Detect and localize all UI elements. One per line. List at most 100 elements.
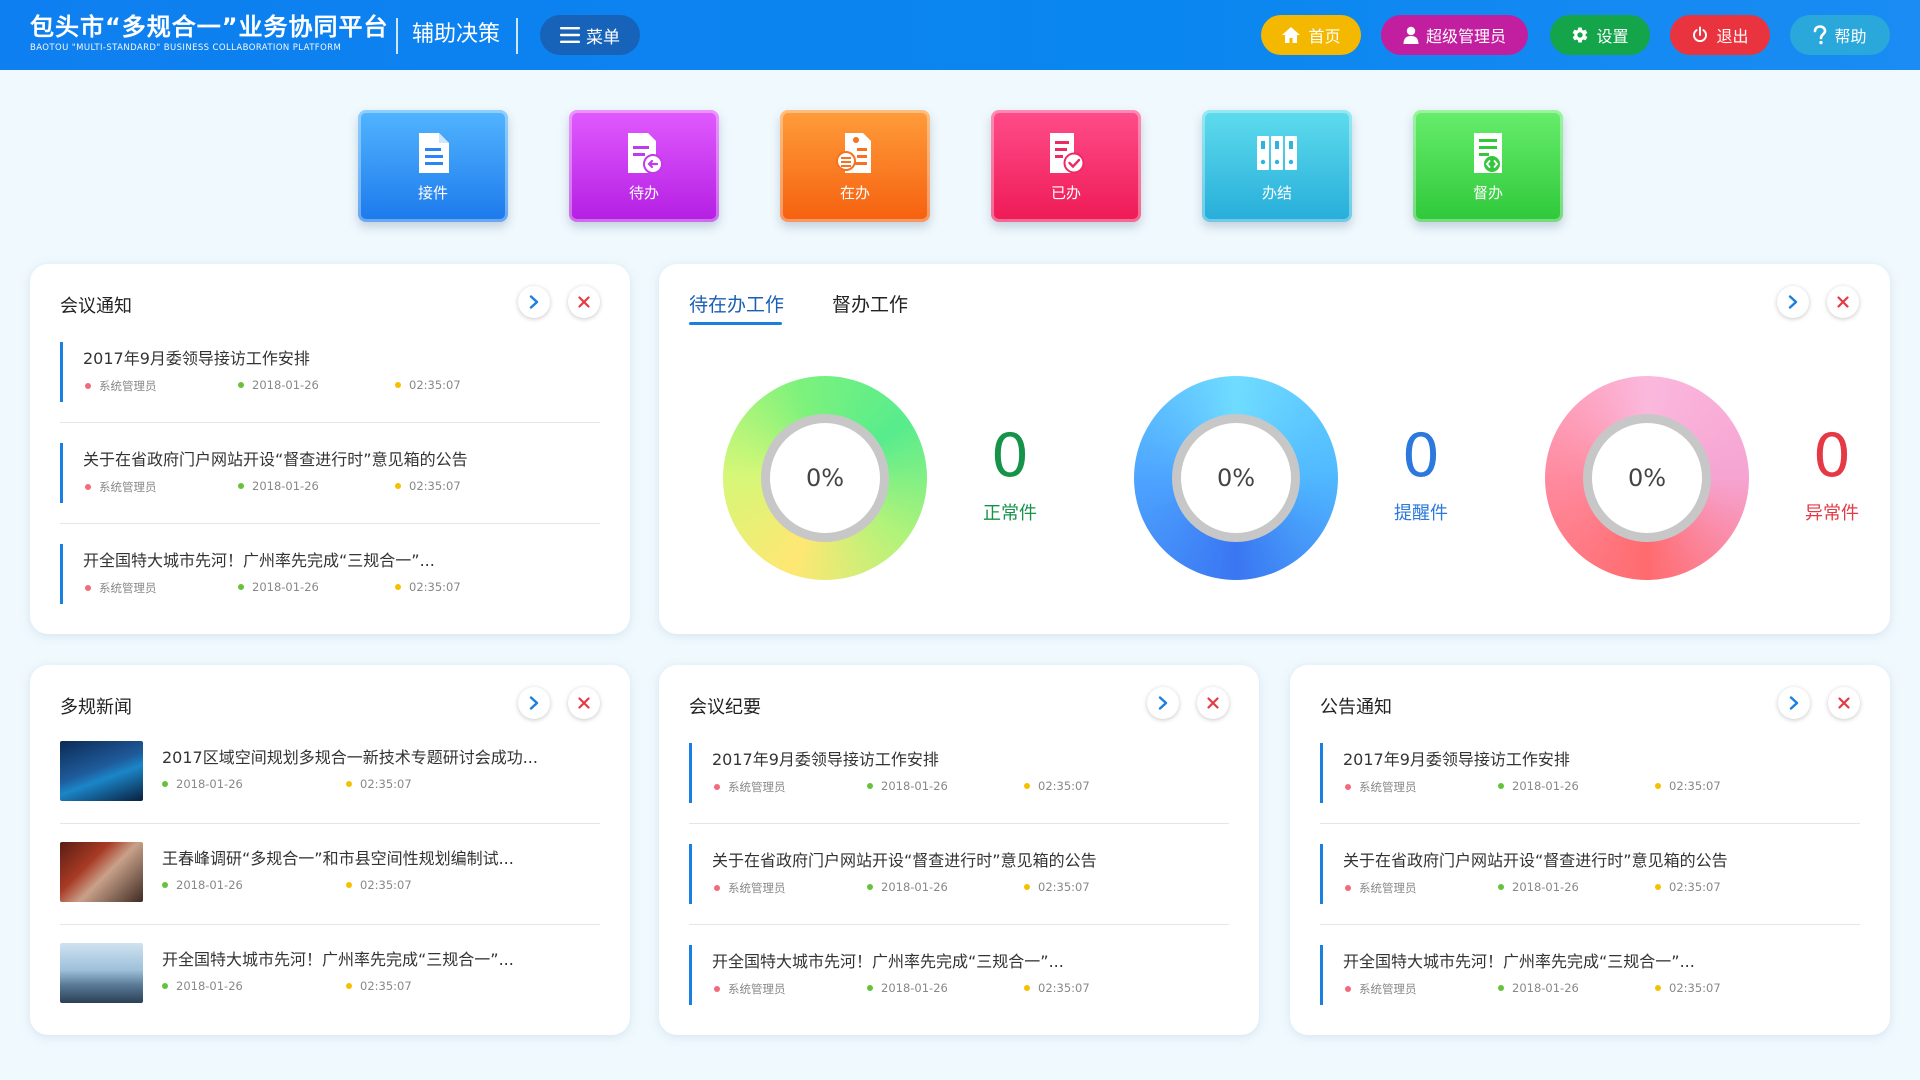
time-text: 02:35:07: [1038, 880, 1090, 894]
author-text: 系统管理员: [728, 881, 786, 895]
time-text: 02:35:07: [360, 878, 412, 892]
active-tab-indicator: [689, 322, 782, 325]
help-label: 帮助: [1834, 27, 1867, 46]
date-text: 2018-01-26: [881, 981, 948, 995]
date-text: 2018-01-26: [176, 878, 243, 892]
list-item[interactable]: 2017年9月委领导接访工作安排 系统管理员 2018-01-26 02:35:…: [60, 342, 600, 402]
item-time: 02:35:07: [1655, 880, 1721, 894]
list-item[interactable]: 开全国特大城市先河！广州率先完成“三规合一”... 系统管理员 2018-01-…: [1320, 945, 1860, 1005]
in-progress-button[interactable]: 在办: [780, 110, 930, 222]
chevron-right-icon: [529, 295, 539, 309]
item-time: 02:35:07: [395, 479, 461, 493]
item-date: 2018-01-26: [162, 878, 243, 892]
list-item[interactable]: 关于在省政府门户网站开设“督查进行时”意见箱的公告 系统管理员 2018-01-…: [60, 443, 600, 503]
item-title: 关于在省政府门户网站开设“督查进行时”意见箱的公告: [83, 450, 468, 469]
logout-button[interactable]: 退出: [1670, 15, 1770, 55]
receive-button[interactable]: 接件: [358, 110, 508, 222]
help-button[interactable]: 帮助: [1790, 15, 1890, 55]
time-text: 02:35:07: [1669, 981, 1721, 995]
dot: [714, 885, 720, 891]
reminder-donut: 0%: [1134, 376, 1338, 580]
more-button[interactable]: [1147, 687, 1179, 719]
item-author: 系统管理员: [1345, 779, 1417, 795]
more-button[interactable]: [1778, 687, 1810, 719]
divider: [60, 924, 600, 925]
dot: [1345, 885, 1351, 891]
more-button[interactable]: [518, 286, 550, 318]
news-item[interactable]: 王春峰调研“多规合一”和市县空间性规划编制试... 2018-01-26 02:…: [60, 842, 600, 912]
news-item[interactable]: 开全国特大城市先河！广州率先完成“三规合一”... 2018-01-26 02:…: [60, 943, 600, 1013]
close-icon: [1207, 697, 1219, 709]
item-title: 王春峰调研“多规合一”和市县空间性规划编制试...: [162, 849, 514, 868]
item-title: 开全国特大城市先河！广州率先完成“三规合一”...: [83, 551, 435, 570]
date-text: 2018-01-26: [252, 580, 319, 594]
time-text: 02:35:07: [409, 580, 461, 594]
item-title: 开全国特大城市先河！广州率先完成“三规合一”...: [712, 952, 1064, 971]
pending-button[interactable]: 待办: [569, 110, 719, 222]
concluded-button[interactable]: 办结: [1202, 110, 1352, 222]
news-thumbnail: [60, 943, 143, 1003]
list-item[interactable]: 关于在省政府门户网站开设“督查进行时”意见箱的公告 系统管理员 2018-01-…: [1320, 844, 1860, 904]
dot: [238, 483, 244, 489]
item-date: 2018-01-26: [238, 378, 319, 392]
archive-icon: [1257, 135, 1297, 170]
news-item[interactable]: 2017区域空间规划多规合一新技术专题研讨会成功... 2018-01-26 0…: [60, 741, 600, 811]
item-date: 2018-01-26: [238, 479, 319, 493]
dot: [1655, 783, 1661, 789]
list-item[interactable]: 关于在省政府门户网站开设“督查进行时”意见箱的公告 系统管理员 2018-01-…: [689, 844, 1229, 904]
author-text: 系统管理员: [728, 780, 786, 794]
tab-pending-work[interactable]: 待在办工作: [689, 290, 784, 317]
tab-supervise-work[interactable]: 督办工作: [832, 290, 908, 317]
dot: [395, 483, 401, 489]
dot: [714, 784, 720, 790]
item-date: 2018-01-26: [1498, 779, 1579, 793]
close-icon: [1837, 296, 1849, 308]
date-text: 2018-01-26: [252, 479, 319, 493]
date-text: 2018-01-26: [176, 777, 243, 791]
dot: [867, 985, 873, 991]
abnormal-donut: 0%: [1545, 376, 1749, 580]
close-button[interactable]: [568, 286, 600, 318]
dot: [85, 585, 91, 591]
close-button[interactable]: [1827, 286, 1859, 318]
normal-label: 正常件: [983, 503, 1037, 524]
item-author: 系统管理员: [714, 880, 786, 896]
settings-button[interactable]: 设置: [1550, 15, 1650, 55]
abnormal-count: 0: [1812, 421, 1852, 491]
item-title: 开全国特大城市先河！广州率先完成“三规合一”...: [162, 950, 514, 969]
dot: [1498, 884, 1504, 890]
item-time: 02:35:07: [1024, 779, 1090, 793]
work-stats-panel: 待在办工作 督办工作 0% 0 正常件 0% 0 提醒件 0% 0 异常件: [659, 264, 1890, 634]
close-button[interactable]: [1828, 687, 1860, 719]
close-icon: [578, 697, 590, 709]
pending-doc-icon: [628, 132, 663, 174]
list-item[interactable]: 开全国特大城市先河！广州率先完成“三规合一”... 系统管理员 2018-01-…: [689, 945, 1229, 1005]
more-button[interactable]: [1777, 286, 1809, 318]
super-admin-button[interactable]: 超级管理员: [1381, 15, 1528, 55]
close-button[interactable]: [568, 687, 600, 719]
done-button[interactable]: 已办: [991, 110, 1141, 222]
supervise-button[interactable]: 督办: [1413, 110, 1563, 222]
meeting-minutes-panel: 会议纪要 2017年9月委领导接访工作安排 系统管理员 2018-01-26 0…: [659, 665, 1259, 1035]
item-date: 2018-01-26: [1498, 880, 1579, 894]
dot: [395, 382, 401, 388]
home-button[interactable]: 首页: [1261, 15, 1361, 55]
item-date: 2018-01-26: [162, 979, 243, 993]
menu-label: 菜单: [586, 27, 620, 48]
more-button[interactable]: [518, 687, 550, 719]
date-text: 2018-01-26: [252, 378, 319, 392]
dot: [1498, 985, 1504, 991]
panel-title: 会议通知: [60, 296, 132, 317]
menu-button[interactable]: 菜单: [540, 15, 640, 55]
reminder-count: 0: [1401, 421, 1441, 491]
close-button[interactable]: [1197, 687, 1229, 719]
brand: 包头市“多规合一”业务协同平台 BAOTOU "MULTI-STANDARD" …: [30, 12, 389, 54]
item-date: 2018-01-26: [867, 981, 948, 995]
list-item[interactable]: 开全国特大城市先河！广州率先完成“三规合一”... 系统管理员 2018-01-…: [60, 544, 600, 604]
dot: [1655, 985, 1661, 991]
item-title: 开全国特大城市先河！广州率先完成“三规合一”...: [1343, 952, 1695, 971]
abnormal-percent: 0%: [1583, 414, 1711, 542]
list-item[interactable]: 2017年9月委领导接访工作安排 系统管理员 2018-01-26 02:35:…: [1320, 743, 1860, 803]
user-icon: [1403, 26, 1419, 44]
list-item[interactable]: 2017年9月委领导接访工作安排 系统管理员 2018-01-26 02:35:…: [689, 743, 1229, 803]
